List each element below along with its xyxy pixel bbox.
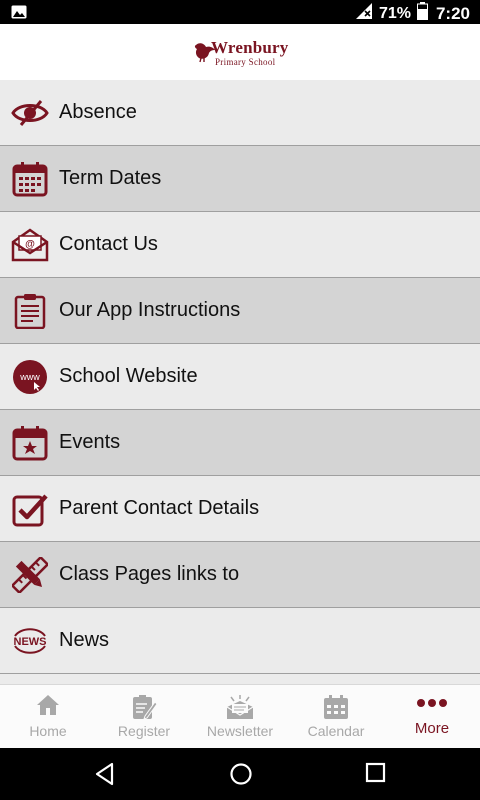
tab-bar: Home Register Newsletter Calendar More — [0, 684, 480, 749]
menu-item-news[interactable]: NEWS News — [0, 608, 480, 674]
menu-item-class-pages[interactable]: Class Pages links to — [0, 542, 480, 608]
tab-label: Home — [29, 723, 67, 739]
tab-label: Newsletter — [206, 723, 274, 739]
menu-item-parent-contact-details[interactable]: Parent Contact Details — [0, 476, 480, 542]
eye-slash-icon — [11, 94, 49, 132]
svg-text:@: @ — [25, 239, 35, 250]
www-globe-icon: www — [11, 358, 49, 396]
home-icon — [36, 694, 60, 721]
svg-text:www: www — [19, 372, 40, 382]
menu-item-events[interactable]: Events — [0, 410, 480, 476]
menu-item-label: Absence — [59, 101, 137, 123]
recents-square-icon[interactable] — [365, 762, 387, 789]
calendar-star-icon — [11, 424, 49, 462]
tab-register[interactable]: Register — [96, 685, 192, 749]
news-icon: NEWS — [11, 622, 49, 660]
menu-item-label: Parent Contact Details — [59, 497, 260, 519]
menu-item-label: News — [59, 629, 110, 651]
menu-item-label: Class Pages links to — [59, 563, 240, 585]
tab-label: Calendar — [307, 723, 365, 739]
menu-item-label: Term Dates — [59, 167, 162, 189]
tab-label: Register — [117, 723, 171, 739]
envelope-at-icon: @ — [11, 226, 49, 264]
newsletter-icon — [225, 694, 255, 725]
menu-item-contact-us[interactable]: @ Contact Us — [0, 212, 480, 278]
battery-icon — [416, 2, 428, 25]
more-dots-icon — [416, 694, 448, 713]
tab-home[interactable]: Home — [0, 685, 96, 749]
logo-subtitle: Primary School — [215, 57, 276, 67]
menu-item-label: School Website — [59, 365, 198, 387]
tab-newsletter[interactable]: Newsletter — [192, 685, 288, 749]
home-circle-icon[interactable] — [229, 762, 253, 791]
image-icon — [11, 5, 27, 24]
menu-list: Absence Term Dates @ Contact Us Our App … — [0, 80, 480, 684]
menu-item-term-dates[interactable]: Term Dates — [0, 146, 480, 212]
clipboard-icon — [11, 292, 49, 330]
signal-icon — [355, 2, 373, 25]
logo-name: Wrenbury — [211, 38, 289, 57]
menu-item-absence[interactable]: Absence — [0, 80, 480, 146]
menu-item-label: Our App Instructions — [59, 299, 241, 321]
battery-percent: 71% — [378, 4, 411, 22]
school-logo: Wrenbury Primary School — [193, 38, 293, 71]
app-header: Wrenbury Primary School — [0, 24, 480, 81]
tab-more[interactable]: More — [384, 685, 480, 749]
tab-calendar[interactable]: Calendar — [288, 685, 384, 749]
menu-item-school-website[interactable]: www School Website — [0, 344, 480, 410]
clock: 7:20 — [435, 3, 470, 23]
back-icon[interactable] — [94, 762, 116, 791]
checkbox-icon — [11, 490, 49, 528]
svg-text:NEWS: NEWS — [14, 636, 47, 648]
menu-item-label: Contact Us — [59, 233, 158, 255]
pencil-ruler-icon — [11, 556, 49, 594]
tab-label: More — [414, 720, 450, 737]
menu-item-our-app-instructions[interactable]: Our App Instructions — [0, 278, 480, 344]
system-nav-bar — [0, 748, 480, 800]
menu-item-label: Events — [59, 431, 121, 453]
register-icon — [131, 694, 158, 725]
calendar-icon — [323, 694, 349, 725]
status-bar: 71% 7:20 — [0, 0, 480, 24]
calendar-grid-icon — [11, 160, 49, 198]
